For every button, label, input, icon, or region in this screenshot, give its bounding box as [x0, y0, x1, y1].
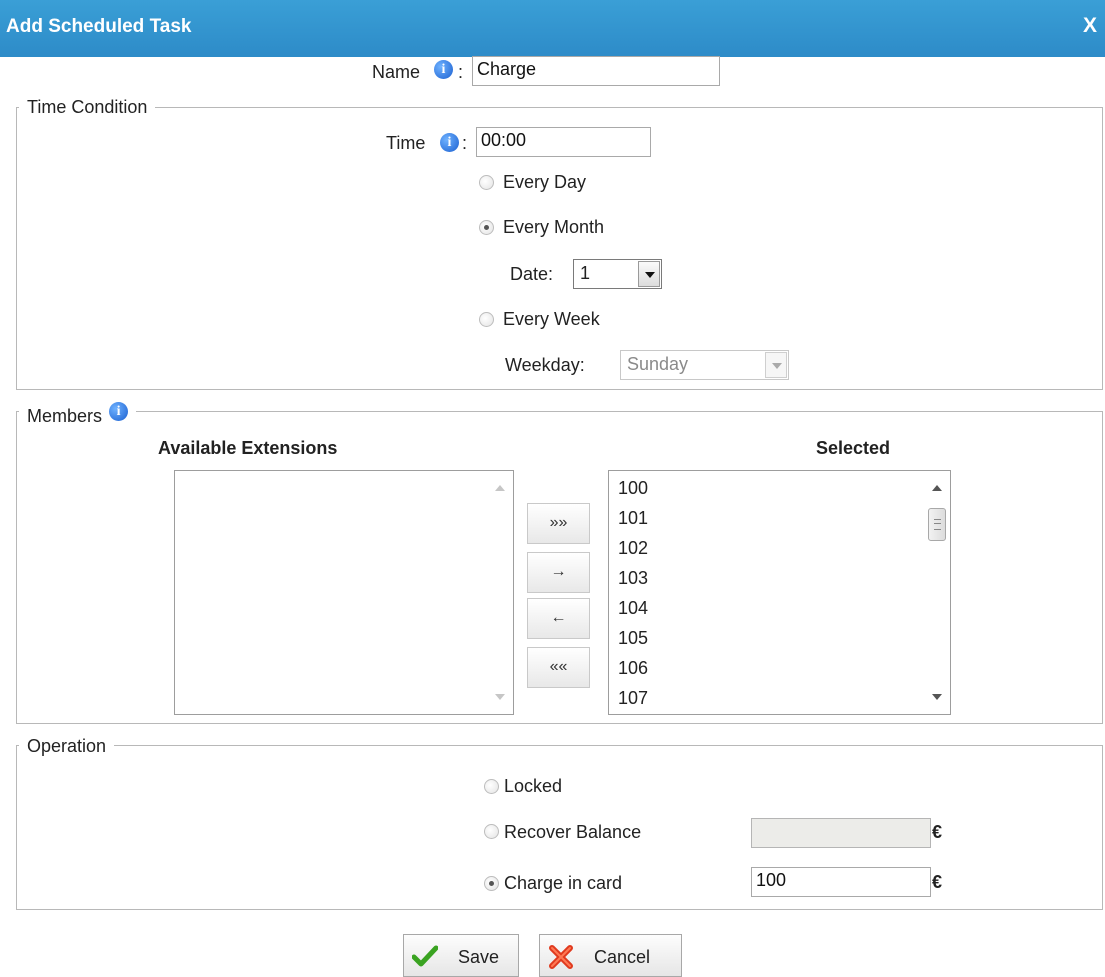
list-item[interactable]: 104	[618, 593, 648, 623]
dialog-titlebar: Add Scheduled Task X	[0, 0, 1105, 57]
operation-legend: Operation	[19, 736, 115, 757]
cancel-button[interactable]: Cancel	[539, 934, 682, 977]
locked-radio[interactable]	[484, 779, 499, 794]
charge-amount-input[interactable]: 100	[751, 867, 931, 897]
list-item[interactable]: 103	[618, 563, 648, 593]
name-info-icon[interactable]: i	[434, 60, 453, 79]
selected-extensions-list[interactable]: 100 101 102 103 104 105 106 107	[608, 470, 951, 715]
add-all-button[interactable]: »»	[527, 503, 590, 544]
time-input[interactable]: 00:00	[476, 127, 651, 157]
time-condition-legend: Time Condition	[19, 97, 156, 118]
scroll-up-icon[interactable]	[932, 485, 942, 491]
weekday-label: Weekday:	[505, 355, 585, 375]
list-item[interactable]: 100	[618, 473, 648, 503]
every-week-radio[interactable]	[479, 312, 494, 327]
charge-in-card-radio[interactable]	[484, 876, 499, 891]
close-button[interactable]: X	[1083, 14, 1097, 38]
remove-selected-button[interactable]: ←	[527, 598, 590, 639]
date-select-value: 1	[580, 263, 591, 283]
members-legend-label: Members	[27, 406, 103, 426]
dialog-title: Add Scheduled Task	[6, 16, 192, 37]
every-day-radio[interactable]	[479, 175, 494, 190]
time-colon: :	[462, 133, 468, 153]
save-button[interactable]: Save	[403, 934, 519, 977]
cancel-label: Cancel	[594, 947, 651, 967]
members-legend: Members i	[19, 402, 137, 427]
selected-list-scrollbar[interactable]	[924, 471, 950, 714]
name-colon: :	[458, 62, 464, 82]
name-input[interactable]: Charge	[472, 56, 720, 86]
available-list-scrollbar[interactable]	[487, 471, 513, 714]
list-item[interactable]: 107	[618, 683, 648, 713]
recover-balance-radio[interactable]	[484, 824, 499, 839]
list-item[interactable]: 101	[618, 503, 648, 533]
save-label: Save	[458, 947, 500, 967]
every-month-label: Every Month	[503, 217, 605, 237]
every-week-label: Every Week	[503, 309, 600, 329]
charge-in-card-label: Charge in card	[504, 873, 623, 893]
weekday-select: Sunday	[620, 350, 789, 380]
locked-label: Locked	[504, 776, 563, 796]
scrollbar-thumb[interactable]	[928, 508, 946, 541]
charge-currency: €	[932, 872, 943, 892]
recover-balance-input	[751, 818, 931, 848]
name-label: Name	[372, 62, 421, 82]
time-info-icon[interactable]: i	[440, 133, 459, 152]
available-extensions-list[interactable]	[174, 470, 514, 715]
scroll-down-icon	[495, 694, 505, 700]
cancel-x-icon	[549, 945, 573, 969]
date-select[interactable]: 1	[573, 259, 662, 289]
remove-all-button[interactable]: ««	[527, 647, 590, 688]
checkmark-icon	[412, 945, 438, 967]
date-label: Date:	[510, 264, 554, 284]
weekday-select-value: Sunday	[627, 354, 689, 374]
every-month-radio[interactable]	[479, 220, 494, 235]
selected-header: Selected	[816, 438, 891, 458]
add-selected-button[interactable]: →	[527, 552, 590, 593]
list-item[interactable]: 102	[618, 533, 648, 563]
list-item[interactable]: 106	[618, 653, 648, 683]
time-label: Time	[386, 133, 426, 153]
list-item[interactable]: 105	[618, 623, 648, 653]
available-extensions-header: Available Extensions	[158, 438, 338, 458]
scroll-down-icon[interactable]	[932, 694, 942, 700]
recover-currency: €	[932, 822, 943, 842]
members-info-icon[interactable]: i	[109, 402, 129, 421]
every-day-label: Every Day	[503, 172, 587, 192]
chevron-down-icon	[765, 352, 787, 378]
scroll-up-icon	[495, 485, 505, 491]
recover-balance-label: Recover Balance	[504, 822, 642, 842]
chevron-down-icon	[638, 261, 660, 287]
